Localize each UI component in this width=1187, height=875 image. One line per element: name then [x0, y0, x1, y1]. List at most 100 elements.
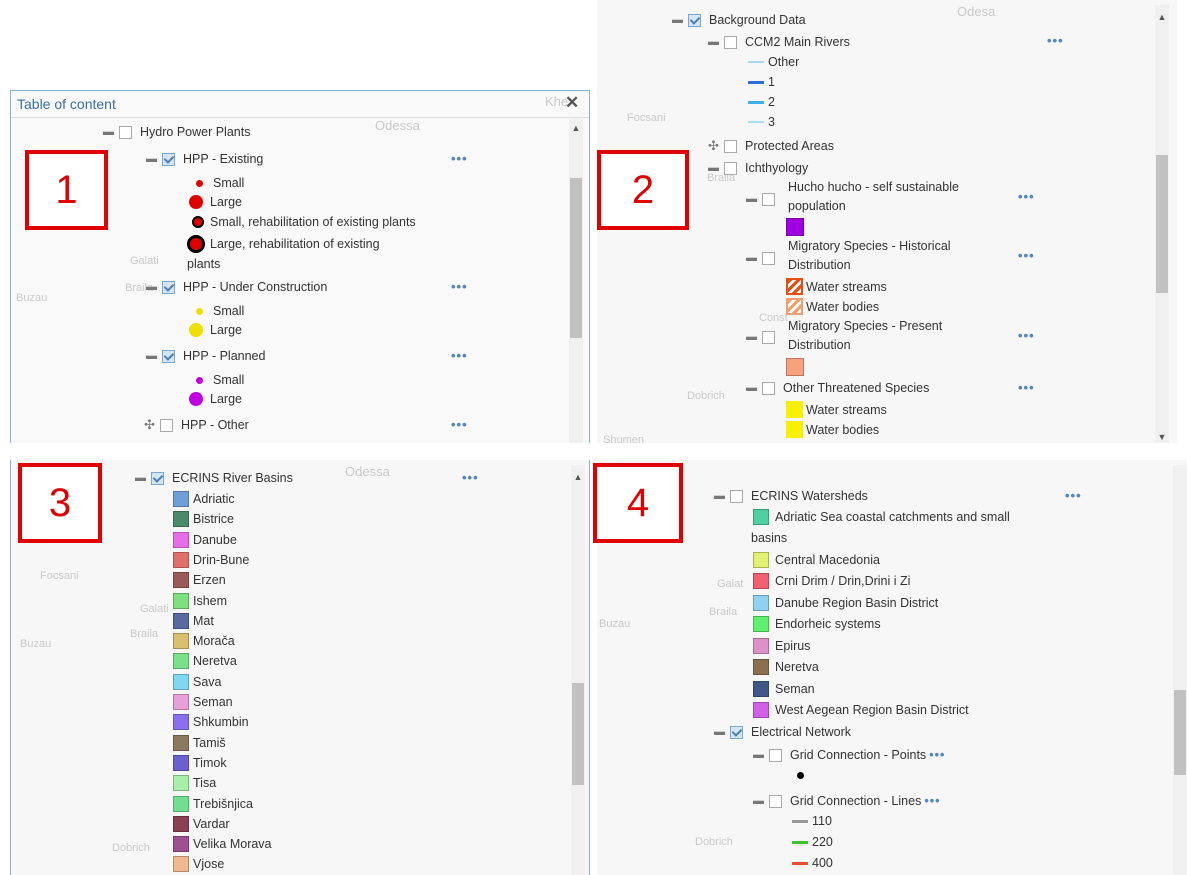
layer-other-threatened[interactable]: ▬ Other Threatened Species — [746, 379, 929, 397]
layer-checkbox[interactable] — [769, 794, 782, 808]
legend-item: Water bodies — [786, 298, 879, 315]
minus-icon[interactable]: ▬ — [746, 332, 757, 343]
minus-icon[interactable]: ▬ — [146, 351, 157, 362]
scroll-up-icon[interactable]: ▲ — [569, 123, 583, 133]
layer-checkbox[interactable] — [151, 471, 164, 485]
scrollbar-thumb[interactable] — [1156, 155, 1168, 293]
small-point-symbol-icon — [196, 307, 203, 315]
layer-checkbox[interactable] — [762, 330, 775, 344]
minus-icon[interactable]: ▬ — [103, 127, 114, 138]
map-label: Dobrich — [695, 836, 733, 848]
minus-icon[interactable]: ▬ — [146, 282, 157, 293]
more-options-icon[interactable]: ••• — [451, 151, 468, 166]
more-options-icon[interactable]: ••• — [462, 470, 479, 485]
layer-protected-areas[interactable]: ✣ Protected Areas — [708, 137, 834, 155]
basin-color-swatch-icon — [173, 714, 189, 731]
scrollbar-thumb[interactable] — [572, 683, 584, 785]
more-options-icon[interactable]: ••• — [924, 794, 940, 808]
scroll-down-icon[interactable]: ▼ — [1155, 432, 1169, 442]
minus-icon[interactable]: ▬ — [146, 154, 157, 165]
legend-item: Water streams — [786, 278, 887, 295]
minus-icon[interactable]: ▬ — [753, 796, 764, 807]
scrollbar-thumb[interactable] — [570, 178, 582, 338]
layer-checkbox[interactable] — [160, 418, 173, 432]
layer-checkbox[interactable] — [730, 725, 743, 739]
layer-hucho-hucho[interactable]: ▬ — [746, 190, 783, 208]
plus-icon[interactable]: ✣ — [144, 418, 155, 431]
fill-symbol-icon — [786, 218, 804, 236]
more-options-icon[interactable]: ••• — [451, 417, 468, 432]
layer-checkbox[interactable] — [688, 13, 701, 27]
more-options-icon[interactable]: ••• — [451, 348, 468, 363]
watershed-color-swatch-icon — [753, 509, 769, 525]
layer-checkbox[interactable] — [730, 489, 743, 503]
minus-icon[interactable]: ▬ — [708, 163, 719, 174]
layer-grid-lines[interactable]: ▬ Grid Connection - Lines ••• — [753, 792, 940, 810]
basin-color-swatch-icon — [173, 612, 189, 629]
layer-label: ECRINS River Basins — [172, 471, 293, 485]
layer-hpp-other[interactable]: ✣ HPP - Other — [144, 416, 249, 434]
minus-icon[interactable]: ▬ — [135, 473, 146, 484]
scroll-up-icon[interactable]: ▲ — [571, 472, 585, 482]
more-options-icon[interactable]: ••• — [1018, 380, 1035, 395]
layer-checkbox[interactable] — [119, 125, 132, 139]
scrollbar[interactable] — [1173, 465, 1187, 875]
large-point-symbol-icon — [189, 195, 203, 209]
legend-item: Neretva — [173, 653, 237, 670]
more-options-icon[interactable]: ••• — [1047, 33, 1064, 48]
legend-item: 3 — [748, 115, 775, 129]
more-options-icon[interactable]: ••• — [1018, 189, 1035, 204]
minus-icon[interactable]: ▬ — [746, 194, 757, 205]
layer-grid-points[interactable]: ▬ Grid Connection - Points ••• — [753, 746, 945, 764]
scrollbar[interactable] — [571, 465, 585, 875]
layer-checkbox[interactable] — [724, 161, 737, 175]
more-options-icon[interactable]: ••• — [451, 279, 468, 294]
small-rehab-symbol-icon — [192, 216, 204, 228]
fill-symbol-icon — [786, 401, 803, 418]
more-options-icon[interactable]: ••• — [1018, 328, 1035, 343]
basin-color-swatch-icon — [173, 795, 189, 812]
minus-icon[interactable]: ▬ — [746, 253, 757, 264]
map-label: Odesa — [957, 4, 996, 19]
legend-item: Ishem — [173, 592, 227, 609]
layer-background-data[interactable]: ▬ Background Data — [672, 11, 806, 29]
map-label: Braila — [709, 606, 738, 618]
more-options-icon[interactable]: ••• — [929, 748, 945, 762]
layer-checkbox[interactable] — [162, 349, 175, 363]
minus-icon[interactable]: ▬ — [746, 383, 757, 394]
layer-hpp-existing[interactable]: ▬ HPP - Existing — [146, 150, 263, 168]
layer-hydro-power-plants[interactable]: ▬ Hydro Power Plants — [103, 123, 250, 141]
close-icon[interactable]: ✕ — [565, 93, 579, 113]
layer-ccm2-main-rivers[interactable]: ▬ CCM2 Main Rivers — [708, 33, 850, 51]
more-options-icon[interactable]: ••• — [1065, 488, 1082, 503]
layer-checkbox[interactable] — [162, 280, 175, 294]
legend-item: Sava — [173, 673, 222, 690]
layer-checkbox[interactable] — [724, 35, 737, 49]
minus-icon[interactable]: ▬ — [753, 750, 764, 761]
legend-item: Vardar — [173, 815, 230, 832]
layer-ecrins-watersheds[interactable]: ▬ ECRINS Watersheds — [714, 487, 868, 505]
layer-electrical-network[interactable]: ▬ Electrical Network — [714, 723, 851, 741]
minus-icon[interactable]: ▬ — [672, 15, 683, 26]
scrollbar-thumb[interactable] — [1174, 690, 1186, 775]
layer-checkbox[interactable] — [762, 251, 775, 265]
watershed-color-swatch-icon — [753, 616, 769, 632]
layer-migratory-historical[interactable]: ▬ — [746, 249, 783, 267]
scroll-up-icon[interactable]: ▲ — [1155, 12, 1169, 22]
layer-hpp-under-construction[interactable]: ▬ HPP - Under Construction — [146, 278, 327, 296]
layer-ichthyology[interactable]: ▬ Ichthyology — [708, 159, 808, 177]
legend-label-continued: basins — [751, 531, 788, 545]
layer-checkbox[interactable] — [162, 152, 175, 166]
minus-icon[interactable]: ▬ — [714, 727, 725, 738]
layer-ecrins-river-basins[interactable]: ▬ ECRINS River Basins — [135, 469, 293, 487]
layer-checkbox[interactable] — [762, 381, 775, 395]
layer-hpp-planned[interactable]: ▬ HPP - Planned — [146, 347, 265, 365]
layer-checkbox[interactable] — [769, 748, 782, 762]
more-options-icon[interactable]: ••• — [1018, 248, 1035, 263]
minus-icon[interactable]: ▬ — [714, 491, 725, 502]
layer-checkbox[interactable] — [762, 192, 775, 206]
layer-migratory-present[interactable]: ▬ — [746, 328, 783, 346]
plus-icon[interactable]: ✣ — [708, 139, 719, 152]
minus-icon[interactable]: ▬ — [708, 37, 719, 48]
layer-checkbox[interactable] — [724, 139, 737, 153]
